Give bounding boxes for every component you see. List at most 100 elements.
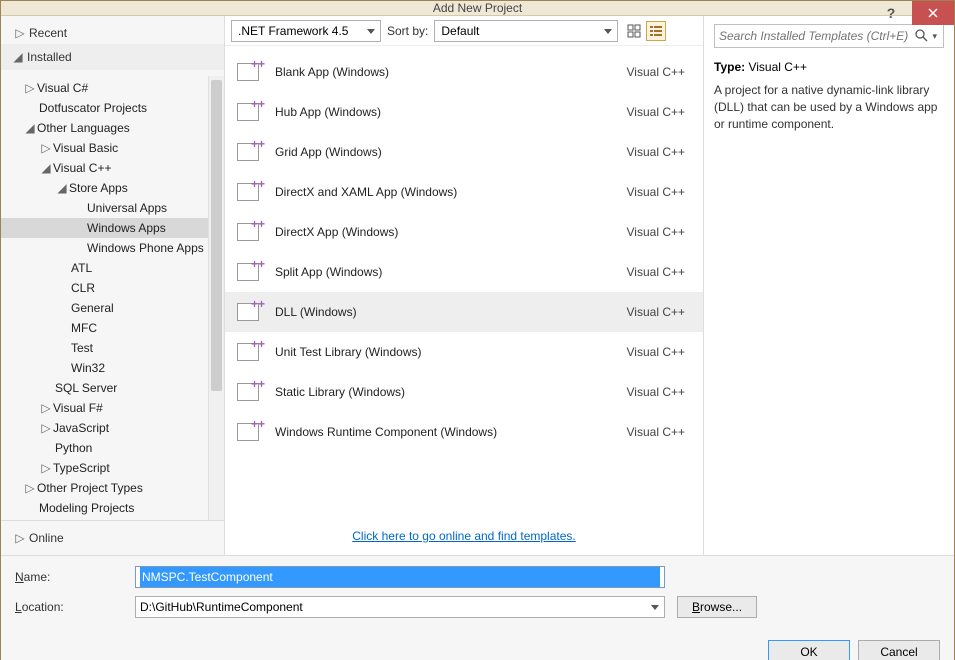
chevron-down-icon: ◢: [41, 161, 51, 175]
tree-item-windows-apps[interactable]: Windows Apps: [1, 218, 224, 238]
template-icon: ++: [235, 377, 265, 407]
template-icon: ++: [235, 257, 265, 287]
template-description: A project for a native dynamic-link libr…: [714, 82, 944, 132]
template-row[interactable]: ++DLL (Windows)Visual C++: [225, 292, 703, 332]
name-label: Name:: [15, 570, 135, 584]
template-lang: Visual C++: [627, 65, 693, 79]
tree-item-other-project-types[interactable]: ▷Other Project Types: [1, 478, 224, 498]
chevron-right-icon: ▷: [25, 481, 35, 495]
search-input[interactable]: [719, 29, 912, 43]
template-row[interactable]: ++DirectX and XAML App (Windows)Visual C…: [225, 172, 703, 212]
close-button[interactable]: [912, 1, 954, 25]
titlebar-controls: ?: [870, 1, 954, 25]
name-input[interactable]: [140, 567, 660, 587]
template-icon: ++: [235, 217, 265, 247]
tree-item-windows-phone-apps[interactable]: Windows Phone Apps: [1, 238, 224, 258]
tree-item-other-languages[interactable]: ◢Other Languages: [1, 118, 224, 138]
template-name: Blank App (Windows): [275, 65, 627, 79]
location-combo[interactable]: D:\GitHub\RuntimeComponent: [135, 596, 665, 618]
view-grid-button[interactable]: [624, 21, 644, 41]
tree-item-visual-basic[interactable]: ▷Visual Basic: [1, 138, 224, 158]
tree-item-mfc[interactable]: MFC: [1, 318, 224, 338]
template-row[interactable]: ++Split App (Windows)Visual C++: [225, 252, 703, 292]
tree-item-store-apps[interactable]: ◢Store Apps: [1, 178, 224, 198]
template-lang: Visual C++: [627, 265, 693, 279]
titlebar: Add New Project ?: [1, 1, 954, 16]
template-row[interactable]: ++DirectX App (Windows)Visual C++: [225, 212, 703, 252]
tree-item-dotfuscator-projects[interactable]: Dotfuscator Projects: [1, 98, 224, 118]
template-lang: Visual C++: [627, 105, 693, 119]
help-button[interactable]: ?: [870, 1, 912, 25]
tree-item-universal-apps[interactable]: Universal Apps: [1, 198, 224, 218]
template-lang: Visual C++: [627, 305, 693, 319]
dialog-window: Add New Project ? ▷Recent ◢Installed ▷Vi…: [0, 0, 955, 660]
scrollbar-thumb[interactable]: [211, 80, 222, 391]
tree-item-test[interactable]: Test: [1, 338, 224, 358]
tree-item-visual-c-[interactable]: ◢Visual C++: [1, 158, 224, 178]
template-lang: Visual C++: [627, 345, 693, 359]
tree-item-atl[interactable]: ATL: [1, 258, 224, 278]
close-icon: [928, 8, 938, 18]
template-type: Type: Visual C++: [714, 60, 944, 74]
chevron-right-icon: ▷: [41, 421, 51, 435]
cancel-button[interactable]: Cancel: [858, 640, 940, 660]
grid-icon: [627, 24, 641, 38]
dialog-buttons: OK Cancel: [1, 634, 954, 660]
template-row[interactable]: ++ Unit Test Library (Windows)Visual C++: [225, 332, 703, 372]
template-row[interactable]: ++Blank App (Windows)Visual C++: [225, 52, 703, 92]
tree-item-modeling-projects[interactable]: Modeling Projects: [1, 498, 224, 518]
main-area: ▷Recent ◢Installed ▷Visual C#Dotfuscator…: [1, 16, 954, 555]
template-icon: ++: [235, 137, 265, 167]
sort-combo[interactable]: Default: [434, 20, 618, 42]
chevron-right-icon: ▷: [41, 141, 51, 155]
template-row[interactable]: ++ Static Library (Windows)Visual C++: [225, 372, 703, 412]
template-name: Static Library (Windows): [275, 385, 627, 399]
template-row[interactable]: ++Grid App (Windows)Visual C++: [225, 132, 703, 172]
ok-button[interactable]: OK: [768, 640, 850, 660]
tree-item-visual-c-[interactable]: ▷Visual C#: [1, 78, 224, 98]
tree-item-clr[interactable]: CLR: [1, 278, 224, 298]
templates-list[interactable]: ++Blank App (Windows)Visual C++++Hub App…: [225, 46, 703, 517]
view-list-button[interactable]: [646, 21, 666, 41]
chevron-right-icon: ▷: [41, 401, 51, 415]
list-icon: [649, 24, 663, 38]
template-lang: Visual C++: [627, 185, 693, 199]
template-row[interactable]: ++Windows Runtime Component (Windows)Vis…: [225, 412, 703, 452]
middle-pane: .NET Framework 4.5 Sort by: Default ++Bl…: [225, 16, 704, 555]
search-box[interactable]: ▾: [714, 24, 944, 48]
right-pane: ▾ Type: Visual C++ A project for a nativ…: [704, 16, 954, 555]
template-icon: ++: [235, 417, 265, 447]
tree-item-visual-f-[interactable]: ▷Visual F#: [1, 398, 224, 418]
chevron-right-icon: ▷: [41, 461, 51, 475]
left-pane: ▷Recent ◢Installed ▷Visual C#Dotfuscator…: [1, 16, 225, 555]
find-templates-link[interactable]: Click here to go online and find templat…: [352, 529, 575, 543]
chevron-down-icon: ◢: [57, 181, 67, 195]
browse-button[interactable]: Browse...: [677, 596, 757, 618]
template-name: DLL (Windows): [275, 305, 627, 319]
vertical-scrollbar[interactable]: [208, 76, 224, 520]
template-name: Unit Test Library (Windows): [275, 345, 627, 359]
tree-item-sql-server[interactable]: SQL Server: [1, 378, 224, 398]
chevron-right-icon: ▷: [25, 81, 35, 95]
tree-item-win32[interactable]: Win32: [1, 358, 224, 378]
search-icon[interactable]: [912, 28, 930, 45]
online-section[interactable]: ▷Online: [1, 527, 224, 549]
template-name: Windows Runtime Component (Windows): [275, 425, 627, 439]
template-row[interactable]: ++ Hub App (Windows)Visual C++: [225, 92, 703, 132]
template-icon: ++: [235, 97, 265, 127]
template-name: DirectX and XAML App (Windows): [275, 185, 627, 199]
tree-item-python[interactable]: Python: [1, 438, 224, 458]
template-lang: Visual C++: [627, 225, 693, 239]
installed-section[interactable]: ◢Installed: [1, 44, 224, 70]
tree-item-typescript[interactable]: ▷TypeScript: [1, 458, 224, 478]
template-name: Grid App (Windows): [275, 145, 627, 159]
recent-section[interactable]: ▷Recent: [1, 22, 224, 44]
template-lang: Visual C++: [627, 385, 693, 399]
tree-item-javascript[interactable]: ▷JavaScript: [1, 418, 224, 438]
template-icon: ++: [235, 337, 265, 367]
search-dropdown-icon[interactable]: ▾: [930, 31, 939, 42]
framework-combo[interactable]: .NET Framework 4.5: [231, 20, 381, 42]
location-label: Location:: [15, 600, 135, 614]
tree-item-general[interactable]: General: [1, 298, 224, 318]
template-name: Hub App (Windows): [275, 105, 627, 119]
